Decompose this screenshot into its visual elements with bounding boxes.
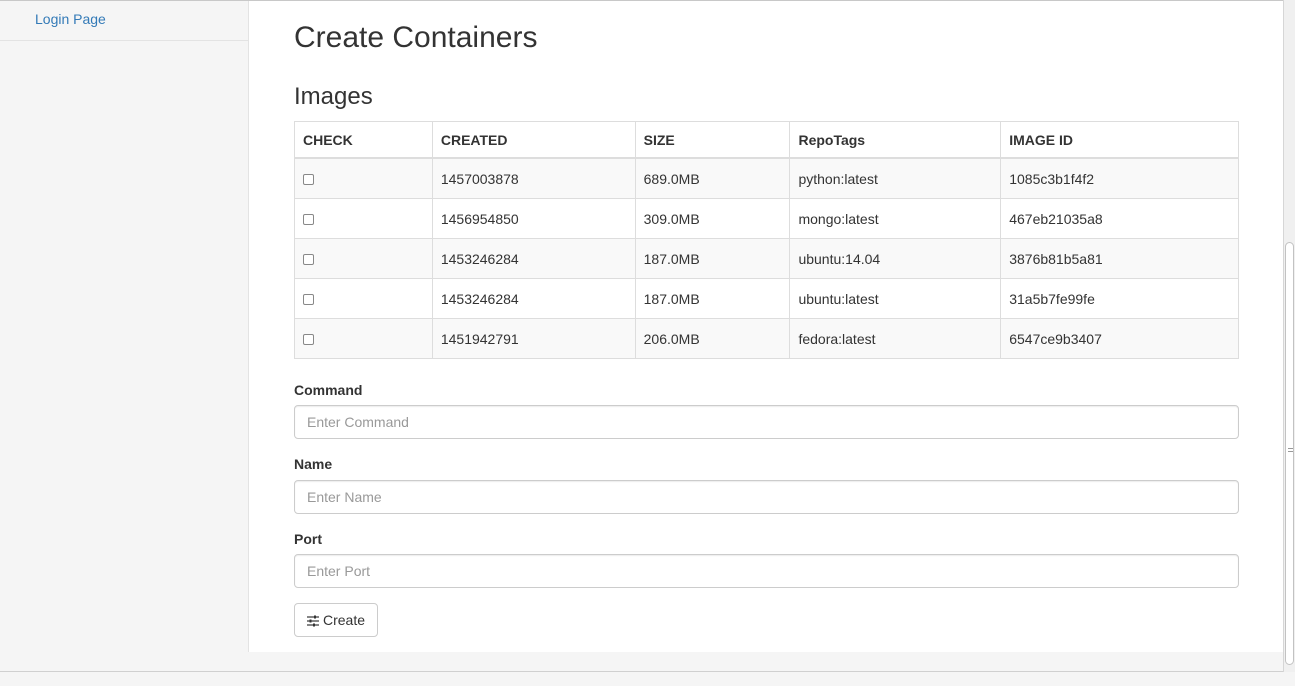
column-header-check: CHECK xyxy=(294,121,433,159)
column-header-image-id: IMAGE ID xyxy=(1000,121,1239,159)
sliders-icon xyxy=(307,614,319,627)
column-header-repotags: RepoTags xyxy=(789,121,1002,159)
name-label: Name xyxy=(294,456,333,472)
table-row: 1453246284 187.0MB ubuntu:latest 31a5b7f… xyxy=(294,278,1239,319)
size-cell: 309.0MB xyxy=(634,198,791,239)
repotags-cell: ubuntu:latest xyxy=(789,278,1002,319)
repotags-cell: python:latest xyxy=(789,157,1002,199)
size-cell: 206.0MB xyxy=(634,318,791,359)
images-table: CHECK CREATED SIZE RepoTags IMAGE ID 145… xyxy=(294,121,1239,359)
grip-line xyxy=(1288,451,1293,452)
sidebar-item-login-page[interactable]: Login Page xyxy=(0,1,248,41)
check-cell xyxy=(294,278,433,319)
created-cell: 1456954850 xyxy=(431,198,636,239)
created-cell: 1457003878 xyxy=(431,157,636,199)
image-id-cell: 1085c3b1f4f2 xyxy=(1000,157,1239,199)
size-cell: 689.0MB xyxy=(634,157,791,199)
created-cell: 1451942791 xyxy=(431,318,636,359)
table-header-row: CHECK CREATED SIZE RepoTags IMAGE ID xyxy=(294,121,1239,159)
image-id-cell: 3876b81b5a81 xyxy=(1000,238,1239,279)
grip-line xyxy=(1288,448,1293,449)
port-input[interactable] xyxy=(294,554,1239,588)
create-button-label: Create xyxy=(323,612,366,628)
created-cell: 1453246284 xyxy=(431,278,636,319)
name-input[interactable] xyxy=(294,480,1239,514)
table-row: 1453246284 187.0MB ubuntu:14.04 3876b81b… xyxy=(294,238,1239,279)
row-checkbox[interactable] xyxy=(303,294,314,306)
size-cell: 187.0MB xyxy=(634,238,791,279)
table-row: 1456954850 309.0MB mongo:latest 467eb210… xyxy=(294,198,1239,239)
check-cell xyxy=(294,198,433,239)
main-content: Create Containers Images CHECK CREATED S… xyxy=(249,1,1283,652)
row-checkbox[interactable] xyxy=(303,214,314,226)
column-header-created: CREATED xyxy=(431,121,636,159)
page-title: Create Containers xyxy=(294,21,538,54)
check-cell xyxy=(294,157,433,199)
command-label: Command xyxy=(294,382,363,398)
vertical-scrollbar[interactable] xyxy=(1283,0,1295,672)
create-button[interactable]: Create xyxy=(294,603,379,637)
images-section-title: Images xyxy=(294,83,373,110)
size-cell: 187.0MB xyxy=(634,278,791,319)
check-cell xyxy=(294,318,433,359)
repotags-cell: mongo:latest xyxy=(789,198,1002,239)
row-checkbox[interactable] xyxy=(303,334,314,346)
table-row: 1457003878 689.0MB python:latest 1085c3b… xyxy=(294,157,1239,199)
repotags-cell: fedora:latest xyxy=(789,318,1002,359)
image-id-cell: 467eb21035a8 xyxy=(1000,198,1239,239)
created-cell: 1453246284 xyxy=(431,238,636,279)
page-footer-area xyxy=(0,652,1283,686)
image-id-cell: 6547ce9b3407 xyxy=(1000,318,1239,359)
command-input[interactable] xyxy=(294,405,1239,439)
column-header-size: SIZE xyxy=(634,121,791,159)
check-cell xyxy=(294,238,433,279)
image-id-cell: 31a5b7fe99fe xyxy=(1000,278,1239,319)
row-checkbox[interactable] xyxy=(303,174,314,186)
repotags-cell: ubuntu:14.04 xyxy=(789,238,1002,279)
row-checkbox[interactable] xyxy=(303,254,314,266)
sidebar: Login Page xyxy=(0,1,249,652)
table-row: 1451942791 206.0MB fedora:latest 6547ce9… xyxy=(294,318,1239,359)
scrollbar-thumb[interactable] xyxy=(1285,242,1294,665)
bottom-border xyxy=(0,671,1295,672)
port-label: Port xyxy=(294,531,322,547)
